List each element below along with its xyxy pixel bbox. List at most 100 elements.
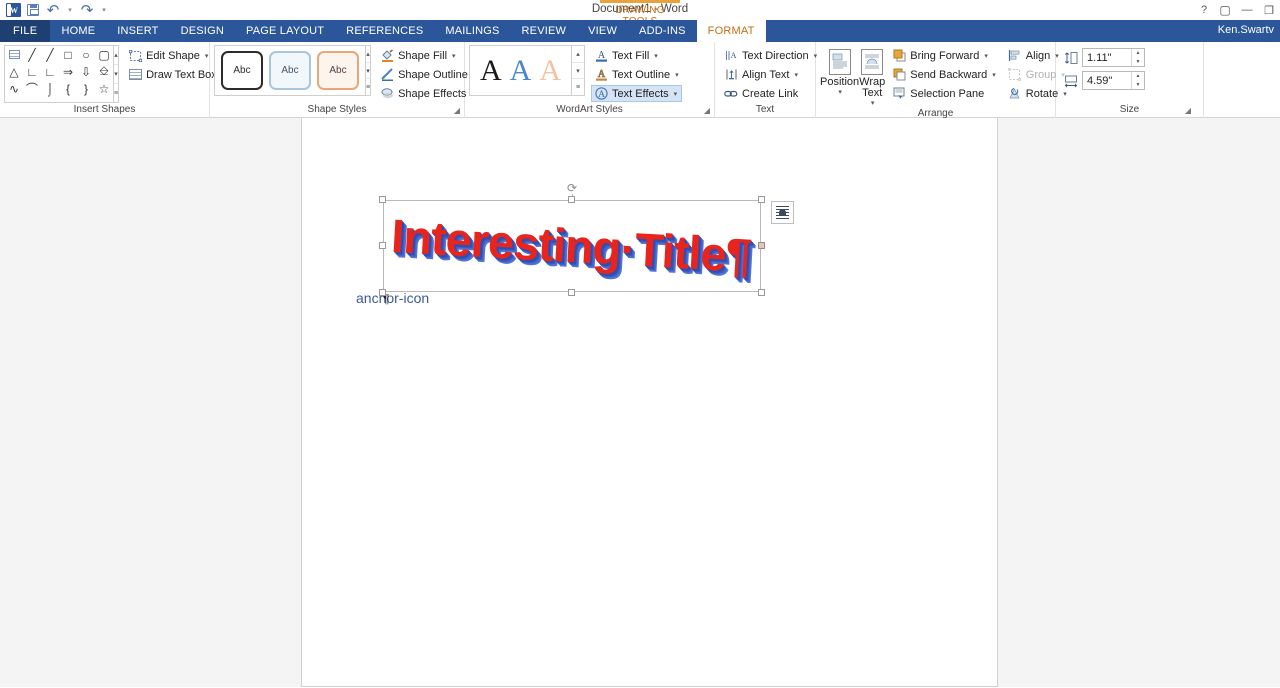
shapes-scroll-up-icon[interactable]: ▴: [114, 46, 119, 65]
tab-home[interactable]: HOME: [50, 20, 106, 42]
shape-fill-button[interactable]: Shape Fill ▾: [377, 47, 479, 64]
ribbon-display-options-icon[interactable]: ▢: [1214, 0, 1236, 20]
resize-handle-n[interactable]: [568, 196, 575, 203]
tab-review[interactable]: REVIEW: [511, 20, 578, 42]
chevron-down-icon[interactable]: ▾: [984, 52, 988, 60]
shape-line-icon[interactable]: ╱: [23, 46, 41, 63]
shape-styles-gallery[interactable]: Abc Abc Abc: [214, 45, 366, 96]
shape-right-brace-icon[interactable]: }: [77, 80, 95, 97]
tab-design[interactable]: DESIGN: [170, 20, 235, 42]
resize-handle-nw[interactable]: [379, 196, 386, 203]
shapes-more-icon[interactable]: ≡: [114, 84, 118, 102]
wordart-object[interactable]: ⟳ Interesting·Title¶: [379, 181, 765, 296]
bring-forward-button[interactable]: Bring Forward ▾: [889, 47, 999, 64]
tab-page-layout[interactable]: PAGE LAYOUT: [235, 20, 335, 42]
wordart-scroll-down-icon[interactable]: ▾: [572, 63, 585, 80]
wordart-more-icon[interactable]: ≡: [572, 79, 584, 95]
position-button[interactable]: Position ▾: [820, 45, 859, 107]
user-name[interactable]: Ken.Swartv: [1218, 24, 1274, 36]
rotate-handle-icon[interactable]: ⟳: [566, 181, 578, 195]
shape-style-thumb-3[interactable]: Abc: [317, 51, 359, 90]
shape-line-arrow-icon[interactable]: ╱: [41, 46, 59, 63]
tab-insert[interactable]: INSERT: [106, 20, 169, 42]
shape-oval-icon[interactable]: ○: [77, 46, 95, 63]
selection-pane-button[interactable]: Selection Pane: [889, 85, 999, 102]
tab-add-ins[interactable]: ADD-INS: [628, 20, 697, 42]
tab-format[interactable]: FORMAT: [696, 20, 766, 42]
shape-elbow-connector-icon[interactable]: ∟: [23, 63, 41, 80]
shape-star-icon[interactable]: ☆: [95, 80, 113, 97]
shape-elbow-arrow-connector-icon[interactable]: ∟: [41, 63, 59, 80]
shape-style-thumb-1[interactable]: Abc: [221, 51, 263, 90]
shape-styles-dialog-launcher[interactable]: ◢: [454, 104, 460, 117]
resize-handle-ne[interactable]: [758, 196, 765, 203]
shape-width-spinner[interactable]: ▲ ▼: [1131, 72, 1144, 89]
text-fill-button[interactable]: A Text Fill ▾: [591, 47, 682, 64]
chevron-down-icon[interactable]: ▾: [675, 71, 679, 79]
wordart-styles-dialog-launcher[interactable]: ◢: [704, 104, 710, 117]
shape-height-up-icon[interactable]: ▲: [1132, 49, 1144, 58]
size-dialog-launcher[interactable]: ◢: [1185, 104, 1191, 117]
tab-file[interactable]: FILE: [0, 20, 51, 42]
shape-triangle-icon[interactable]: △: [5, 63, 23, 80]
chevron-down-icon[interactable]: ▾: [795, 71, 799, 79]
wordart-style-thumb-3[interactable]: A: [539, 55, 561, 86]
wordart-style-thumb-1[interactable]: A: [480, 55, 502, 86]
resize-handle-s[interactable]: [568, 289, 575, 296]
shape-styles-scroll-down-icon[interactable]: ▾: [366, 63, 371, 80]
shape-width-down-icon[interactable]: ▼: [1132, 81, 1144, 90]
shape-styles-more-icon[interactable]: ≡: [366, 79, 370, 95]
shape-effects-button[interactable]: Shape Effects ▾: [377, 85, 479, 102]
chevron-down-icon[interactable]: ▾: [871, 99, 875, 107]
send-backward-button[interactable]: Send Backward ▾: [889, 66, 999, 83]
tab-references[interactable]: REFERENCES: [335, 20, 434, 42]
shape-height-spinner[interactable]: ▲ ▼: [1131, 49, 1144, 66]
chevron-down-icon[interactable]: ▾: [205, 52, 209, 60]
shape-down-arrow-icon[interactable]: ⇩: [77, 63, 95, 80]
shapes-gallery[interactable]: ╱ ╱ □ ○ ▢ △ ∟ ∟ ⇒ ⇩ ⎒ ∿ ⌒ ⌡ { } ☆: [4, 45, 114, 103]
chevron-down-icon[interactable]: ▾: [838, 88, 842, 96]
align-text-button[interactable]: Align Text ▾: [721, 66, 820, 83]
minimize-icon[interactable]: —: [1236, 0, 1258, 20]
shape-textbox-icon[interactable]: [5, 46, 23, 63]
shape-curve-icon[interactable]: ⌡: [41, 80, 59, 97]
document-page[interactable]: anchor-icon ¶ ⟳ Interesting·Title¶: [301, 118, 998, 687]
shape-height-down-icon[interactable]: ▼: [1132, 58, 1144, 67]
resize-handle-se[interactable]: [758, 289, 765, 296]
chevron-down-icon[interactable]: ▾: [992, 71, 996, 79]
chevron-down-icon[interactable]: ▾: [674, 90, 678, 98]
shape-right-arrow-icon[interactable]: ⇒: [59, 63, 77, 80]
tab-mailings[interactable]: MAILINGS: [434, 20, 510, 42]
restore-icon[interactable]: ❐: [1258, 0, 1280, 20]
wordart-styles-gallery[interactable]: A A A: [469, 45, 573, 96]
chevron-down-icon[interactable]: ▾: [654, 52, 658, 60]
shape-flowchart-icon[interactable]: ⎒: [95, 63, 113, 80]
shape-scribble-icon[interactable]: ∿: [5, 80, 23, 97]
shape-arc-icon[interactable]: ⌒: [23, 80, 41, 97]
shape-height-field[interactable]: ▲ ▼: [1082, 48, 1145, 67]
shape-left-brace-icon[interactable]: {: [59, 80, 77, 97]
document-area[interactable]: anchor-icon ¶ ⟳ Interesting·Title¶: [0, 118, 1280, 687]
tab-view[interactable]: VIEW: [577, 20, 628, 42]
chevron-down-icon[interactable]: ▾: [452, 52, 456, 60]
shape-width-field[interactable]: ▲ ▼: [1082, 71, 1145, 90]
shape-styles-scroll-up-icon[interactable]: ▴: [366, 46, 371, 63]
shape-style-thumb-2[interactable]: Abc: [269, 51, 311, 90]
shape-width-input[interactable]: [1083, 72, 1131, 89]
resize-handle-sw[interactable]: [379, 289, 386, 296]
text-effects-button[interactable]: A Text Effects ▾: [591, 85, 682, 102]
resize-handle-e[interactable]: [758, 242, 765, 249]
wordart-scroll-up-icon[interactable]: ▴: [572, 46, 585, 63]
wordart-style-thumb-2[interactable]: A: [510, 55, 532, 86]
text-outline-button[interactable]: A Text Outline ▾: [591, 66, 682, 83]
text-direction-button[interactable]: A Text Direction ▾: [721, 47, 820, 64]
wordart-styles-scrollbar[interactable]: ▴ ▾ ≡: [572, 45, 586, 96]
shape-width-up-icon[interactable]: ▲: [1132, 72, 1144, 81]
wrap-text-button[interactable]: Wrap Text ▾: [859, 45, 885, 107]
shape-rounded-rectangle-icon[interactable]: ▢: [95, 46, 113, 63]
shapes-scroll-down-icon[interactable]: ▾: [114, 65, 119, 84]
layout-options-button[interactable]: [771, 201, 794, 224]
create-link-button[interactable]: Create Link: [721, 85, 820, 102]
shape-outline-button[interactable]: Shape Outline ▾: [377, 66, 479, 83]
draw-text-box-button[interactable]: Draw Text Box: [125, 66, 220, 83]
